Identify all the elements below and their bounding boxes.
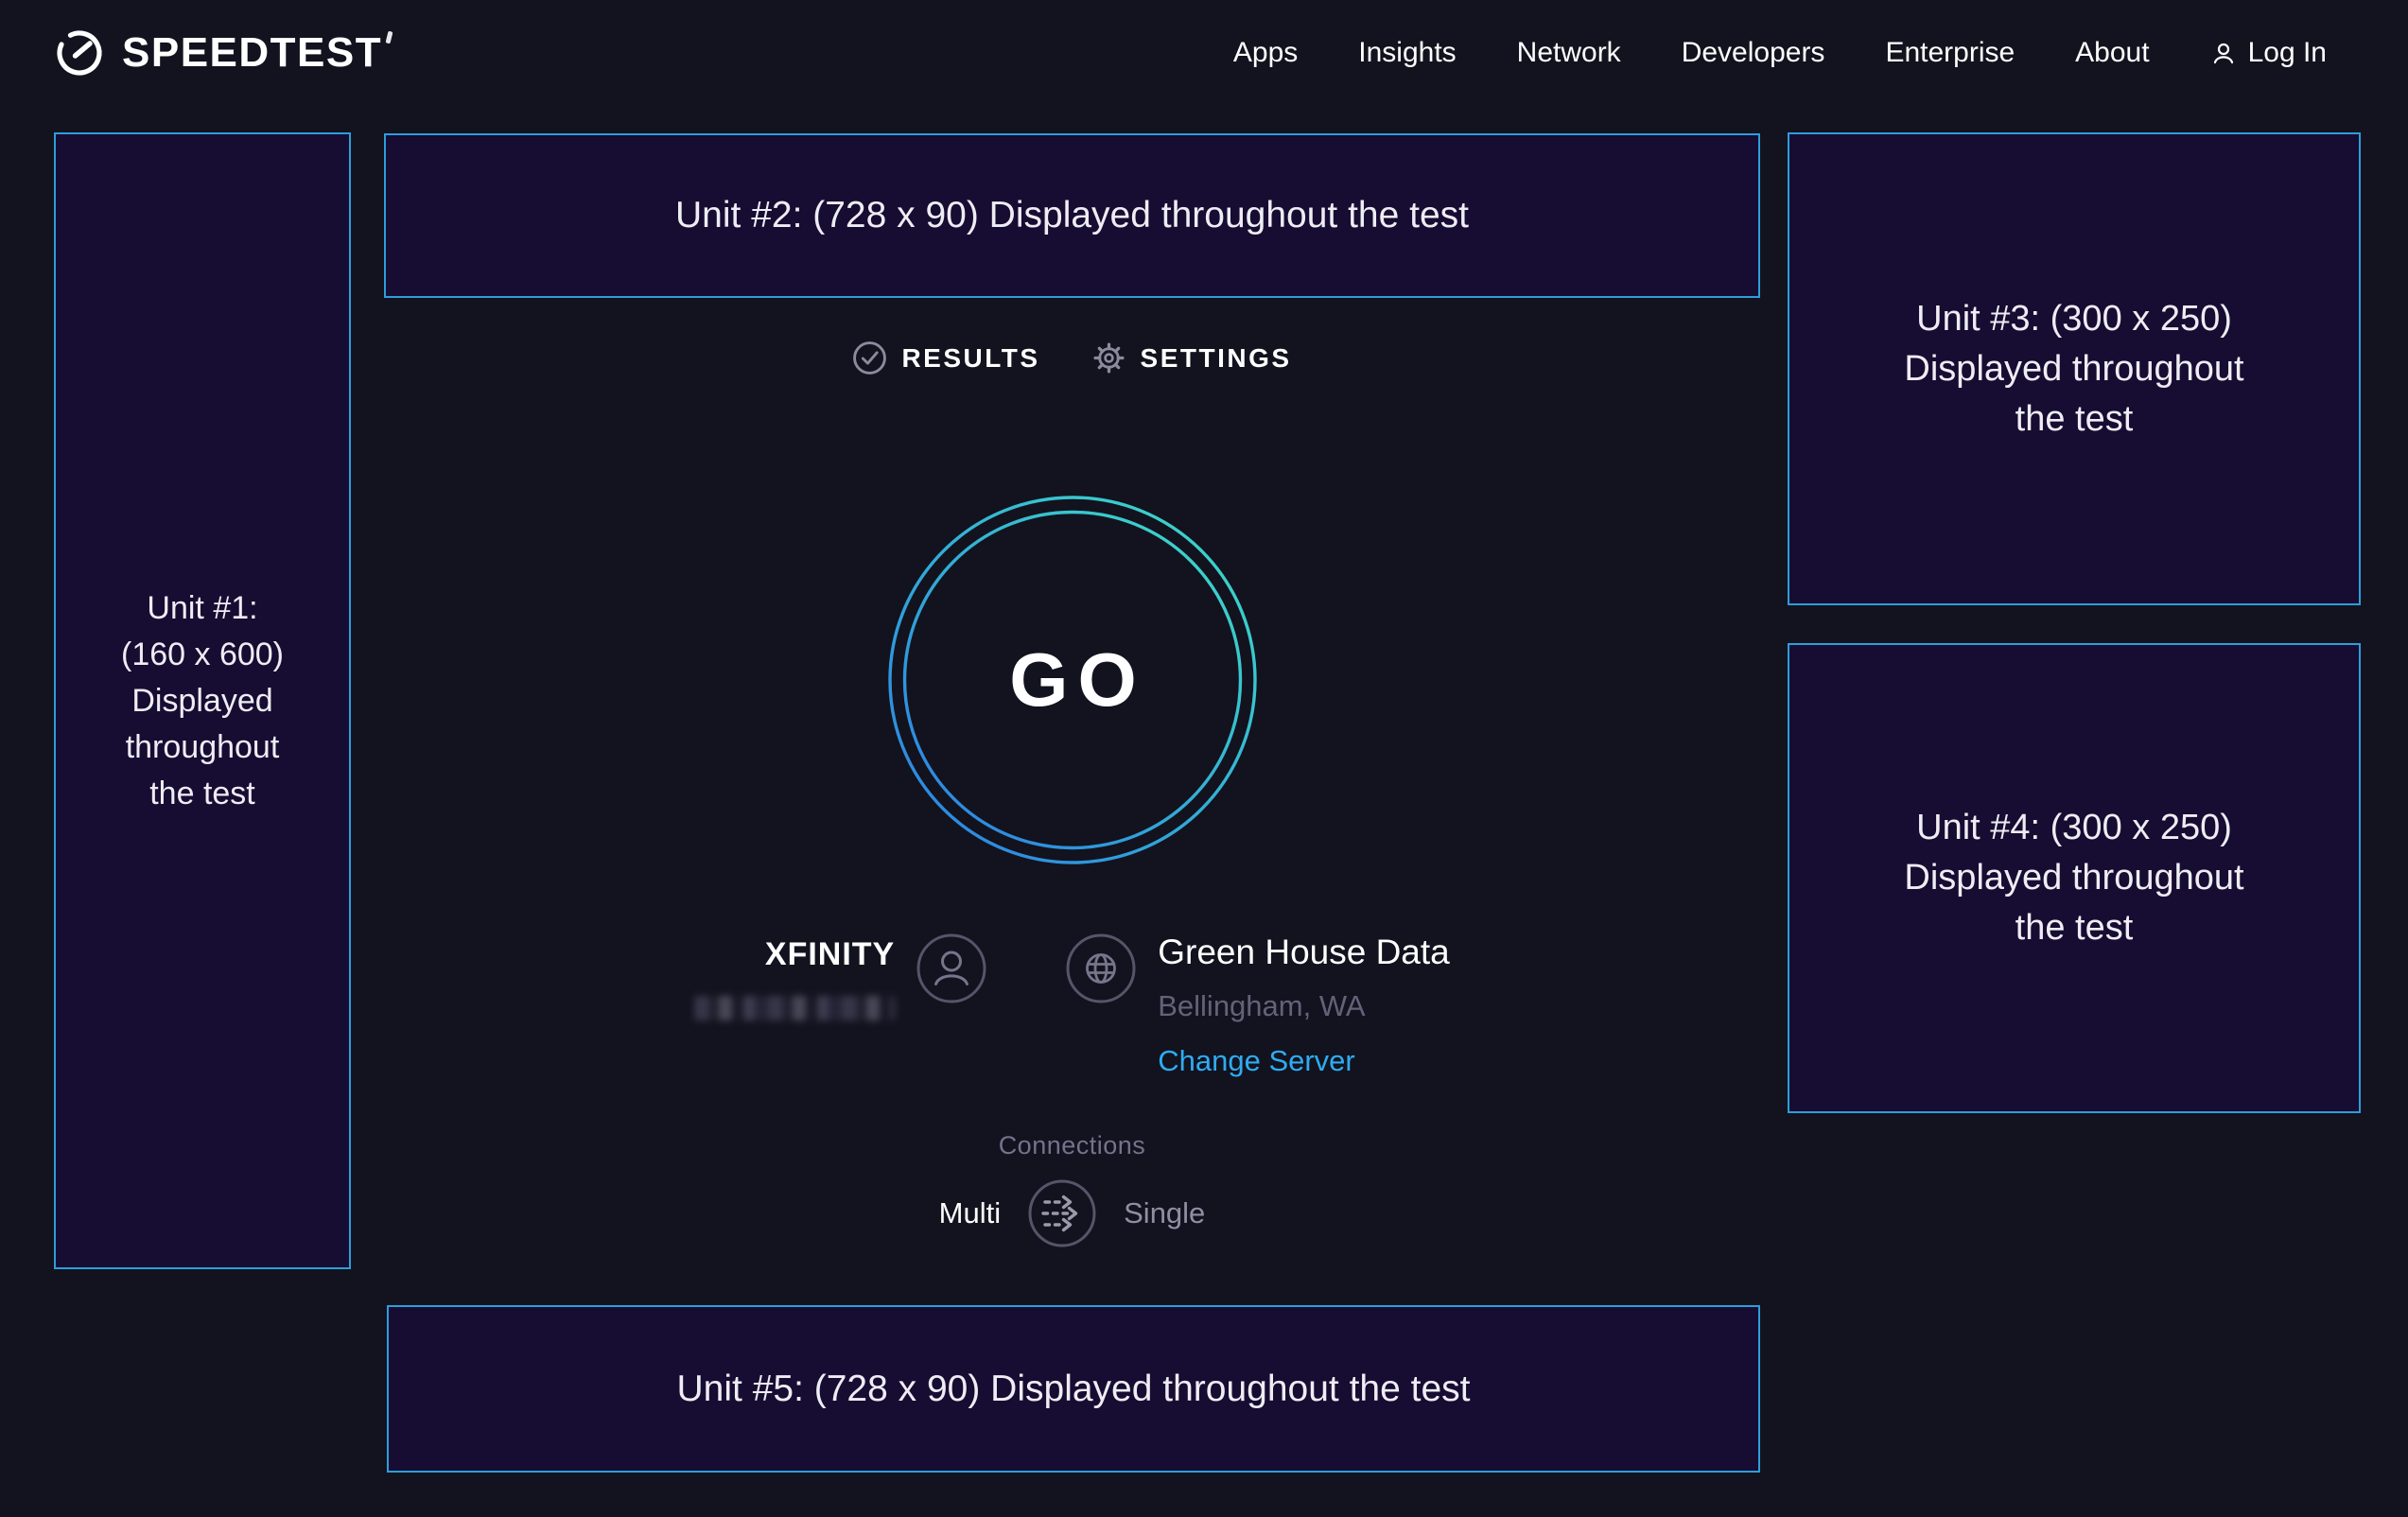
globe-icon bbox=[1065, 933, 1137, 1004]
server-info: Green House Data Bellingham, WA Change S… bbox=[1065, 923, 1450, 1078]
go-button[interactable]: GO bbox=[887, 495, 1258, 865]
ad-unit-2: Unit #2: (728 x 90) Displayed throughout… bbox=[384, 133, 1760, 298]
tab-settings-label: SETTINGS bbox=[1141, 343, 1292, 374]
nav-item-about[interactable]: About bbox=[2075, 37, 2149, 69]
tabs-row: RESULTS SETTINGS bbox=[384, 340, 1760, 375]
server-location: Bellingham, WA bbox=[1158, 989, 1365, 1023]
nav-item-developers[interactable]: Developers bbox=[1682, 37, 1825, 69]
connections-toggle-row: Multi Single bbox=[384, 1178, 1760, 1248]
person-icon bbox=[916, 933, 987, 1004]
connections-title: Connections bbox=[999, 1131, 1146, 1160]
ad-text: Unit #2: (728 x 90) Displayed throughout… bbox=[675, 195, 1469, 236]
ad-text-line: Unit #3: (300 x 250) bbox=[1916, 294, 2232, 344]
ad-text-line: the test bbox=[149, 771, 255, 817]
connections-multi-label[interactable]: Multi bbox=[939, 1196, 1001, 1230]
ad-text-line: Displayed bbox=[131, 678, 272, 724]
ad-unit-1: Unit #1: (160 x 600) Displayed throughou… bbox=[54, 132, 351, 1269]
ad-text-line: the test bbox=[2015, 394, 2134, 445]
ad-unit-5: Unit #5: (728 x 90) Displayed throughout… bbox=[387, 1305, 1760, 1473]
login-button[interactable]: Log In bbox=[2210, 37, 2327, 69]
top-nav-bar: SPEEDTEST Apps Insights Network Develope… bbox=[0, 0, 2408, 106]
nav-item-network[interactable]: Network bbox=[1517, 37, 1621, 69]
tab-results[interactable]: RESULTS bbox=[852, 340, 1039, 375]
server-name: Green House Data bbox=[1158, 933, 1450, 972]
trademark-tick bbox=[386, 31, 393, 44]
ad-text-line: the test bbox=[2015, 903, 2134, 953]
connections-toggle-icon[interactable] bbox=[1027, 1178, 1097, 1248]
ad-text-line: Unit #1: bbox=[147, 585, 257, 632]
go-label: GO bbox=[887, 495, 1258, 865]
speedtest-logo[interactable]: SPEEDTEST bbox=[52, 26, 392, 80]
tab-results-label: RESULTS bbox=[901, 343, 1039, 374]
nav-items: Apps Insights Network Developers Enterpr… bbox=[1233, 37, 2327, 69]
connections-section: Connections bbox=[384, 1131, 1760, 1160]
ad-text-line: Displayed throughout bbox=[1904, 853, 2243, 903]
ad-unit-3: Unit #3: (300 x 250) Displayed throughou… bbox=[1788, 132, 2361, 605]
ad-text-line: throughout bbox=[126, 724, 280, 771]
ad-text-line: Unit #4: (300 x 250) bbox=[1916, 803, 2232, 853]
masked-ip bbox=[694, 996, 895, 1020]
nav-item-apps[interactable]: Apps bbox=[1233, 37, 1298, 69]
check-circle-icon bbox=[852, 340, 887, 375]
user-icon bbox=[2210, 40, 2237, 66]
ad-unit-4: Unit #4: (300 x 250) Displayed throughou… bbox=[1788, 643, 2361, 1113]
change-server-link[interactable]: Change Server bbox=[1158, 1044, 1355, 1078]
ad-text: Unit #5: (728 x 90) Displayed throughout… bbox=[677, 1369, 1471, 1410]
tab-settings[interactable]: SETTINGS bbox=[1091, 340, 1292, 375]
gauge-icon bbox=[52, 26, 107, 80]
gear-icon bbox=[1091, 340, 1126, 375]
nav-item-insights[interactable]: Insights bbox=[1358, 37, 1456, 69]
isp-info: XFINITY bbox=[694, 923, 987, 1020]
connections-single-label[interactable]: Single bbox=[1124, 1196, 1205, 1230]
nav-item-enterprise[interactable]: Enterprise bbox=[1885, 37, 2015, 69]
go-section: GO bbox=[384, 495, 1760, 865]
provider-row: XFINITY bbox=[384, 923, 1760, 1078]
logo-text: SPEEDTEST bbox=[122, 29, 392, 77]
ad-text-line: (160 x 600) bbox=[121, 632, 284, 678]
ad-text-line: Displayed throughout bbox=[1904, 344, 2243, 394]
isp-name: XFINITY bbox=[765, 936, 895, 973]
